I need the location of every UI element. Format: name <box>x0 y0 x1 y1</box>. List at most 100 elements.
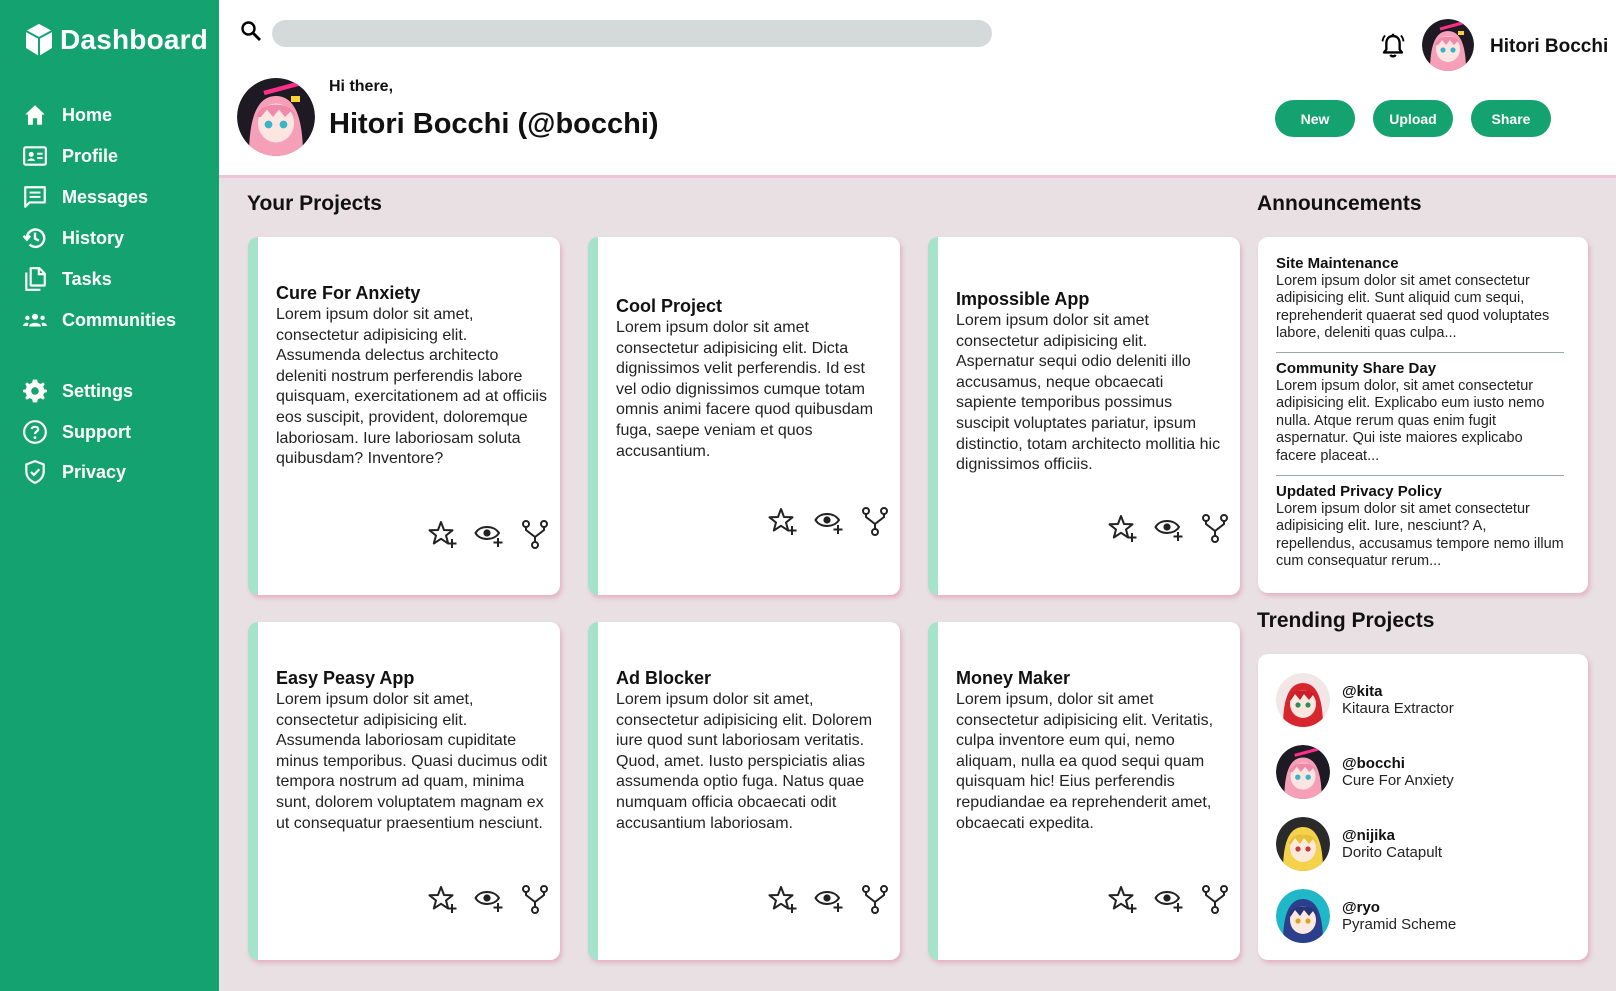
sidebar-item-home[interactable]: Home <box>22 100 212 130</box>
history-icon <box>22 228 46 249</box>
watch-add-icon[interactable] <box>814 506 844 536</box>
sidebar-item-privacy[interactable]: Privacy <box>22 457 212 487</box>
projects-title: Your Projects <box>247 192 382 215</box>
upload-button[interactable]: Upload <box>1373 100 1453 137</box>
announcement-item[interactable]: Site Maintenance Lorem ipsum dolor sit a… <box>1276 255 1564 343</box>
trending-handle: @ryo <box>1342 898 1380 916</box>
project-card[interactable]: Cure For Anxiety Lorem ipsum dolor sit a… <box>248 237 560 595</box>
star-add-icon[interactable] <box>768 506 798 536</box>
trending-item[interactable]: @kita Kitaura Extractor <box>1276 673 1454 727</box>
sidebar-item-messages[interactable]: Messages <box>22 182 212 212</box>
brand[interactable]: Dashboard <box>24 20 208 60</box>
announcement-title: Updated Privacy Policy <box>1276 483 1442 500</box>
fork-icon[interactable] <box>860 506 890 536</box>
project-title: Ad Blocker <box>616 668 712 688</box>
project-description: Lorem ipsum dolor sit amet, consectetur … <box>276 691 548 832</box>
watch-add-icon[interactable] <box>1154 513 1184 543</box>
bocchi-avatar-image <box>1422 19 1474 71</box>
project-title: Cure For Anxiety <box>276 283 421 303</box>
project-actions <box>428 519 550 549</box>
project-actions <box>768 884 890 914</box>
project-title: Money Maker <box>956 668 1071 688</box>
fork-icon[interactable] <box>860 884 890 914</box>
sidebar-item-tasks[interactable]: Tasks <box>22 264 212 294</box>
trending-handle: @bocchi <box>1342 754 1405 772</box>
star-add-icon[interactable] <box>1108 513 1138 543</box>
greeting: Hi there, <box>329 78 394 95</box>
star-add-icon[interactable] <box>1108 884 1138 914</box>
sidebar-item-label: Settings <box>62 380 134 401</box>
trending-panel: @kita Kitaura Extractor @bocchi Cure For… <box>1258 654 1588 960</box>
sidebar-item-label: Profile <box>62 145 119 166</box>
nijika-avatar-image <box>1276 817 1330 871</box>
announcement-title: Community Share Day <box>1276 360 1437 377</box>
search-input[interactable] <box>272 20 992 47</box>
project-card[interactable]: Ad Blocker Lorem ipsum dolor sit amet, c… <box>588 622 900 960</box>
sidebar-item-communities[interactable]: Communities <box>22 305 212 335</box>
watch-add-icon[interactable] <box>474 519 504 549</box>
star-add-icon[interactable] <box>428 519 458 549</box>
project-card[interactable]: Cool Project Lorem ipsum dolor sit amet … <box>588 237 900 595</box>
group-icon <box>23 313 47 327</box>
trending-handle: @nijika <box>1342 826 1395 844</box>
brand-title: Dashboard <box>60 24 209 55</box>
ryo-avatar-image <box>1276 889 1330 943</box>
new-button[interactable]: New <box>1275 100 1355 137</box>
cube-logo-icon <box>25 24 53 56</box>
announcements-panel: Site Maintenance Lorem ipsum dolor sit a… <box>1258 237 1588 593</box>
project-card[interactable]: Impossible App Lorem ipsum dolor sit ame… <box>928 237 1240 595</box>
fork-icon[interactable] <box>520 519 550 549</box>
gear-icon <box>23 379 47 403</box>
announcements-title: Announcements <box>1257 192 1422 215</box>
header: Hitori Bocchi Hi there, Hitori Bocchi (@… <box>219 0 1616 178</box>
project-actions <box>1108 884 1230 914</box>
profile-avatar <box>237 78 315 156</box>
project-actions <box>428 884 550 914</box>
share-button[interactable]: Share <box>1471 100 1551 137</box>
tasks-icon <box>25 267 46 291</box>
trending-project: Dorito Catapult <box>1342 843 1443 861</box>
sidebar-item-history[interactable]: History <box>22 223 212 253</box>
search-icon[interactable] <box>239 19 263 43</box>
project-description: Lorem ipsum dolor sit amet, consectetur … <box>616 691 873 832</box>
project-title: Impossible App <box>956 289 1090 309</box>
notification-bell-icon[interactable] <box>1379 32 1407 60</box>
fork-icon[interactable] <box>1200 884 1230 914</box>
sidebar-item-support[interactable]: Support <box>22 417 212 447</box>
project-title: Cool Project <box>616 296 723 316</box>
watch-add-icon[interactable] <box>474 884 504 914</box>
avatar <box>1276 817 1330 871</box>
sidebar-item-label: Privacy <box>62 461 127 482</box>
shield-icon <box>25 460 45 484</box>
sidebar-item-label: Communities <box>62 309 177 330</box>
home-icon <box>25 105 45 125</box>
project-card[interactable]: Easy Peasy App Lorem ipsum dolor sit ame… <box>248 622 560 960</box>
announcement-title: Site Maintenance <box>1276 255 1399 272</box>
project-title: Easy Peasy App <box>276 668 415 688</box>
trending-item[interactable]: @ryo Pyramid Scheme <box>1276 889 1456 943</box>
sidebar-item-profile[interactable]: Profile <box>22 141 212 171</box>
user-avatar[interactable] <box>1422 19 1474 71</box>
avatar <box>1276 673 1330 727</box>
announcement-item[interactable]: Updated Privacy Policy Lorem ipsum dolor… <box>1276 483 1564 571</box>
divider <box>1276 475 1564 476</box>
trending-project: Kitaura Extractor <box>1342 699 1454 717</box>
greeting-name: Hitori Bocchi (@bocchi) <box>329 108 659 140</box>
trending-item[interactable]: @nijika Dorito Catapult <box>1276 817 1442 871</box>
project-card[interactable]: Money Maker Lorem ipsum, dolor sit amet … <box>928 622 1240 960</box>
announcement-item[interactable]: Community Share Day Lorem ipsum dolor, s… <box>1276 360 1564 465</box>
avatar <box>1276 745 1330 799</box>
project-description: Lorem ipsum dolor sit amet consectetur a… <box>956 312 1221 474</box>
star-add-icon[interactable] <box>768 884 798 914</box>
watch-add-icon[interactable] <box>814 884 844 914</box>
user-name[interactable]: Hitori Bocchi <box>1490 36 1608 58</box>
fork-icon[interactable] <box>520 884 550 914</box>
watch-add-icon[interactable] <box>1154 884 1184 914</box>
sidebar-item-settings[interactable]: Settings <box>22 376 212 406</box>
star-add-icon[interactable] <box>428 884 458 914</box>
project-description: Lorem ipsum dolor sit amet, consectetur … <box>276 306 547 468</box>
fork-icon[interactable] <box>1200 513 1230 543</box>
trending-item[interactable]: @bocchi Cure For Anxiety <box>1276 745 1454 799</box>
announcement-body: Lorem ipsum dolor sit amet consectetur a… <box>1276 273 1550 342</box>
sidebar-item-label: Messages <box>62 186 149 207</box>
